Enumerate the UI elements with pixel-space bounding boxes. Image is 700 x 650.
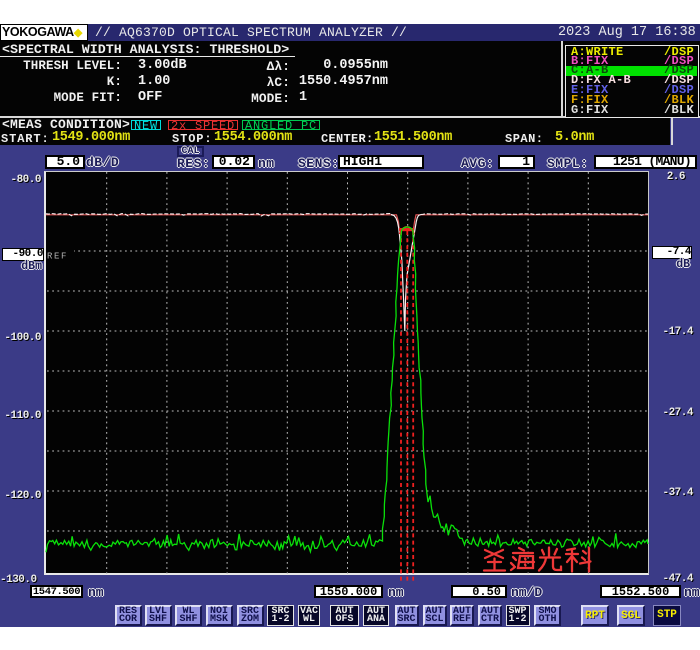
svg-text:REF: REF bbox=[47, 252, 68, 262]
